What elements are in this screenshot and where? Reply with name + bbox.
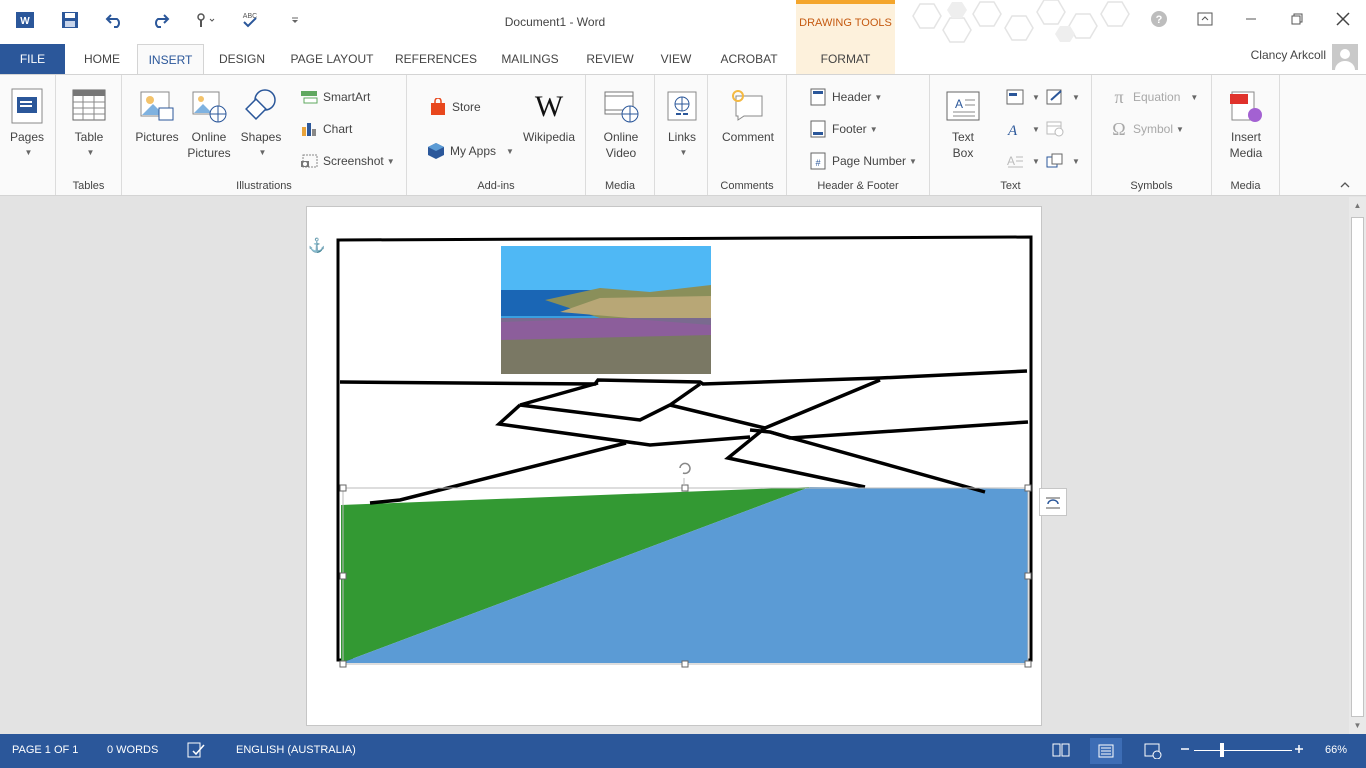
rotate-handle-icon[interactable] [679,462,691,485]
page-count[interactable]: PAGE 1 OF 1 [12,744,78,756]
print-layout-icon[interactable] [1090,738,1122,764]
zoom-slider[interactable] [1194,750,1292,751]
scroll-up-icon[interactable]: ▲ [1349,197,1366,214]
web-layout-icon[interactable] [1144,743,1162,762]
anchor-icon: ⚓ [308,237,326,253]
proofing-icon[interactable] [187,742,205,761]
zoom-level[interactable]: 66% [1325,744,1347,756]
drawing-canvas [336,235,1033,668]
vertical-scrollbar[interactable]: ▲ ▼ [1349,197,1366,734]
word-count[interactable]: 0 WORDS [107,744,158,756]
landscape-picture[interactable] [501,246,711,374]
zoom-out-icon[interactable] [1180,742,1190,759]
zoom-in-icon[interactable] [1294,742,1304,759]
read-mode-icon[interactable] [1052,743,1070,760]
zoom-slider-thumb[interactable] [1220,743,1224,757]
language[interactable]: ENGLISH (AUSTRALIA) [236,744,356,756]
scroll-thumb[interactable] [1351,217,1364,717]
status-bar: PAGE 1 OF 1 0 WORDS ENGLISH (AUSTRALIA) … [0,734,1366,768]
layout-options-icon[interactable] [1039,488,1067,516]
scroll-down-icon[interactable]: ▼ [1349,717,1366,734]
